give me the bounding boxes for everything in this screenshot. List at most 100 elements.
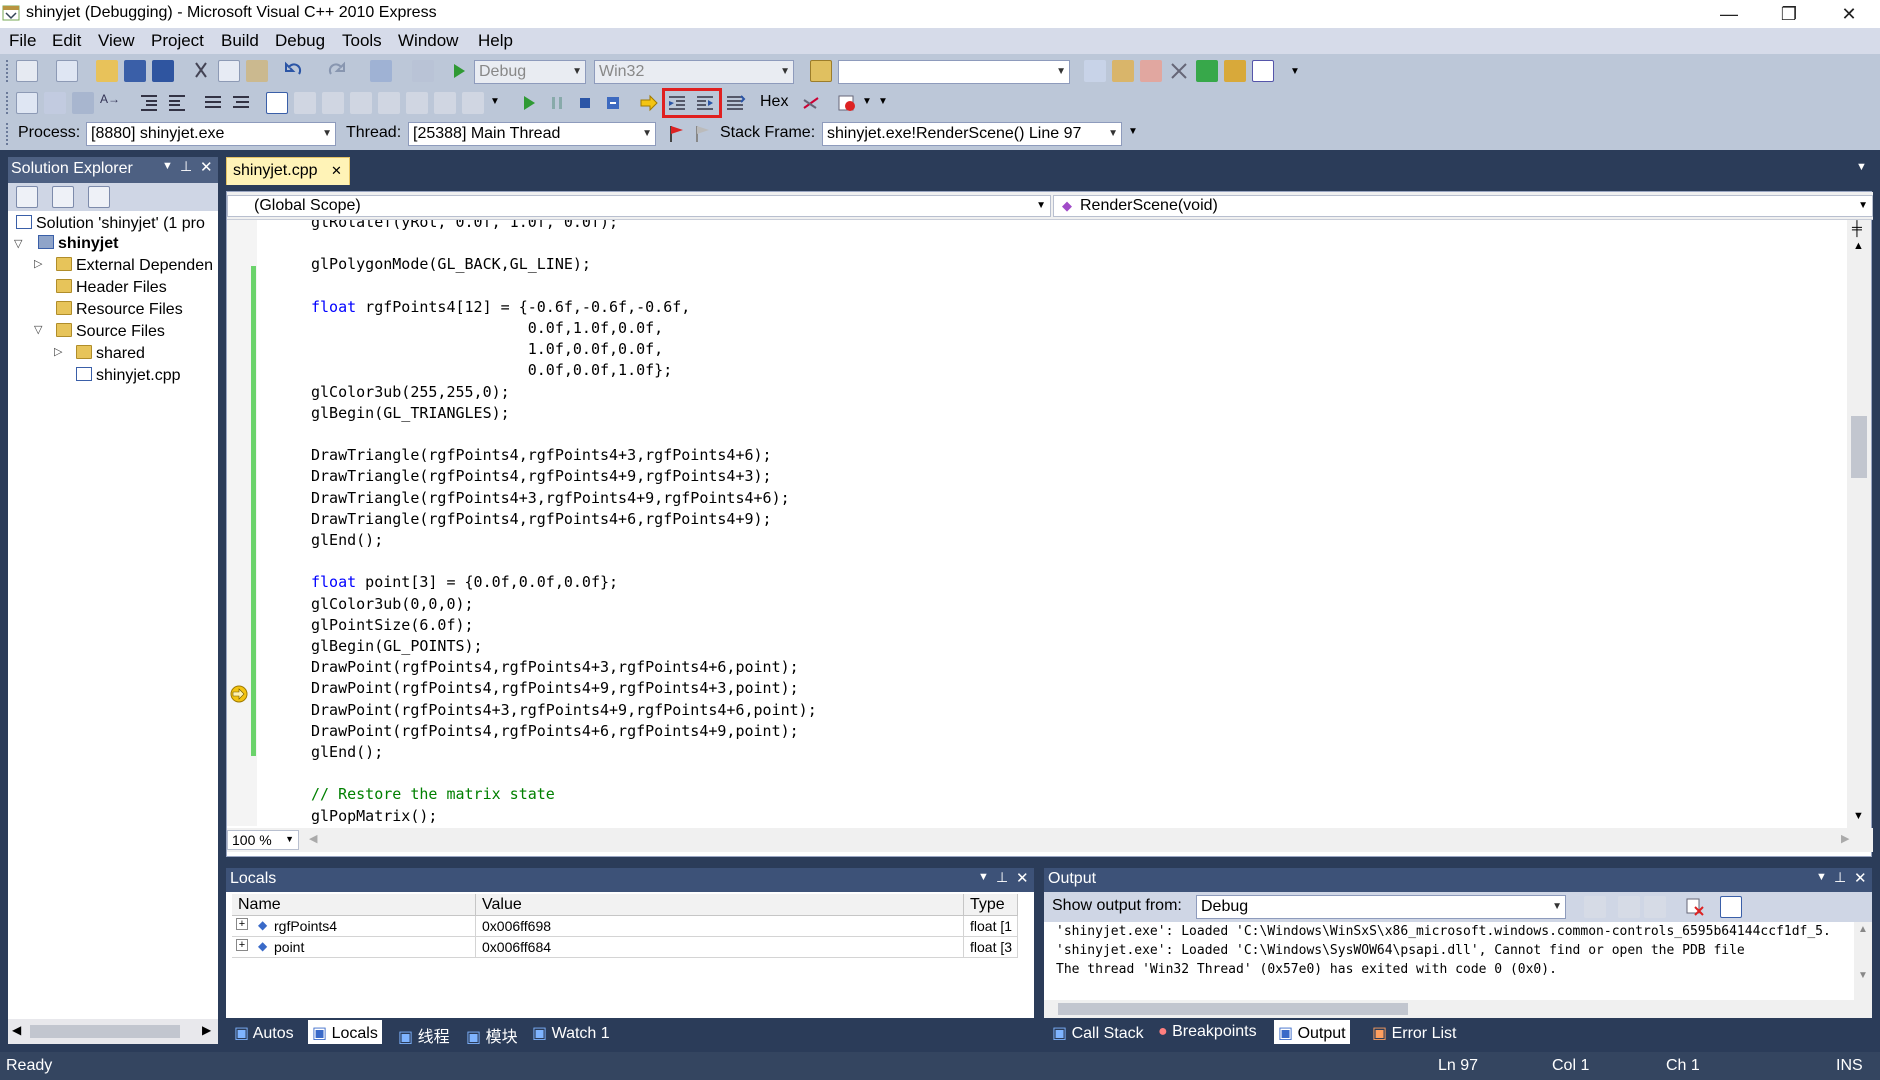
menu-tools[interactable]: Tools (342, 31, 382, 51)
uncomment-lines-icon[interactable] (230, 92, 252, 114)
tree-item-header-files[interactable]: Header Files (56, 279, 167, 297)
menu-window[interactable]: Window (398, 31, 458, 51)
scroll-down-icon[interactable]: ▼ (1853, 810, 1864, 822)
flag-all-icon[interactable] (692, 123, 714, 145)
pin-icon[interactable]: ⊥ (1834, 869, 1846, 886)
copy-icon[interactable] (218, 60, 240, 82)
scroll-right-icon[interactable]: ▶ (1841, 832, 1849, 845)
expand-icon[interactable]: + (236, 939, 248, 951)
scroll-thumb[interactable] (30, 1025, 180, 1038)
clear-all-icon[interactable] (1684, 896, 1706, 918)
next-message-icon[interactable] (1644, 896, 1666, 918)
scroll-left-icon[interactable]: ◀ (12, 1023, 21, 1037)
scroll-thumb[interactable] (1058, 1003, 1408, 1015)
undo-icon[interactable] (282, 60, 304, 82)
navigate-forward-icon[interactable] (412, 60, 434, 82)
expand-icon[interactable]: ▷ (34, 257, 42, 270)
show-all-files-icon[interactable] (52, 186, 74, 208)
step-out-icon[interactable] (724, 92, 746, 114)
process-select[interactable]: [8880] shinyjet.exe ▼ (86, 122, 336, 146)
code-line[interactable]: glColor3ub(0,0,0); (311, 594, 474, 615)
open-file-icon[interactable] (96, 60, 118, 82)
increase-indent-icon[interactable] (166, 92, 188, 114)
code-line[interactable]: float point[3] = {0.0f,0.0f,0.0f}; (311, 572, 618, 593)
previous-message-icon[interactable] (1618, 896, 1640, 918)
menu-project[interactable]: Project (151, 31, 204, 51)
redo-icon[interactable] (326, 60, 348, 82)
tree-item-shinyjet-cpp[interactable]: shinyjet.cpp (76, 367, 181, 385)
tree-item-external-deps[interactable]: External Dependen (56, 257, 213, 275)
toolbar-options-icon[interactable]: ▼ (862, 96, 874, 114)
code-line[interactable]: float rgfPoints4[12] = {-0.6f,-0.6f,-0.6… (311, 297, 690, 318)
expand-icon[interactable]: + (236, 918, 248, 930)
menu-build[interactable]: Build (221, 31, 259, 51)
solution-explorer-icon[interactable] (1084, 60, 1106, 82)
window-layout-icon[interactable] (1252, 60, 1274, 82)
scroll-thumb[interactable] (1851, 416, 1867, 478)
paste-icon[interactable] (246, 60, 268, 82)
show-next-statement-icon[interactable] (638, 92, 660, 114)
parameter-info-icon[interactable] (44, 92, 66, 114)
close-panel-icon[interactable]: ✕ (1854, 869, 1867, 887)
toolbar-grip[interactable] (6, 60, 10, 82)
platform-select[interactable]: Win32 ▼ (594, 60, 794, 84)
code-line[interactable]: DrawPoint(rgfPoints4,rgfPoints4+6,rgfPoi… (311, 721, 799, 742)
horizontal-scrollbar[interactable]: ◀ ▶ (8, 1019, 218, 1044)
tree-item-resource-files[interactable]: Resource Files (56, 301, 183, 319)
menu-view[interactable]: View (98, 31, 135, 51)
scroll-down-icon[interactable]: ▼ (1858, 970, 1868, 981)
code-line[interactable]: DrawPoint(rgfPoints4,rgfPoints4+9,rgfPoi… (311, 678, 799, 699)
new-project-icon[interactable] (16, 60, 38, 82)
code-line[interactable]: // Restore the matrix state (311, 784, 555, 805)
tab-breakpoints[interactable]: ● Breakpoints (1154, 1020, 1261, 1044)
tab-output[interactable]: ▣ Output (1274, 1020, 1350, 1044)
code-line[interactable]: glColor3ub(255,255,0); (311, 382, 510, 403)
toolbar-options-icon[interactable]: ▼ (1128, 126, 1140, 144)
vertical-scrollbar[interactable]: ╪ ▲ ▼ (1847, 220, 1871, 830)
prev-bookmark-folder-icon[interactable] (350, 92, 372, 114)
menu-help[interactable]: Help (478, 31, 513, 51)
minimize-button[interactable]: — (1700, 0, 1758, 28)
toolbar-grip[interactable] (6, 92, 10, 114)
stop-debugging-icon[interactable] (574, 92, 596, 114)
properties-icon[interactable] (1112, 60, 1134, 82)
find-combo[interactable]: ▼ (838, 60, 1070, 84)
output-vscroll[interactable]: ▲ ▼ (1854, 922, 1872, 1018)
restart-icon[interactable] (602, 92, 624, 114)
pin-icon[interactable]: ⊥ (180, 158, 192, 175)
member-select[interactable]: ◆ RenderScene(void) ▼ (1053, 195, 1873, 217)
code-line[interactable]: DrawPoint(rgfPoints4,rgfPoints4+3,rgfPoi… (311, 657, 799, 678)
window-position-icon[interactable]: ▼ (1816, 871, 1827, 883)
code-area[interactable]: glRotatef(yRot, 0.0f, 1.0f, 0.0f); glPoly… (227, 220, 1847, 826)
collapse-icon[interactable]: ▽ (14, 237, 22, 250)
window-position-icon[interactable]: ▼ (978, 871, 989, 883)
show-threads-icon[interactable] (800, 92, 822, 114)
toolbar-options-icon[interactable]: ▼ (490, 96, 502, 114)
tab-locals[interactable]: ▣ Locals (308, 1020, 382, 1044)
collapse-icon[interactable]: ▽ (34, 323, 42, 336)
close-panel-icon[interactable]: ✕ (200, 158, 213, 176)
code-line[interactable]: glPointSize(6.0f); (311, 615, 474, 636)
members-list-icon[interactable] (16, 92, 38, 114)
window-position-icon[interactable]: ▼ (162, 160, 173, 172)
break-all-icon[interactable] (546, 92, 568, 114)
close-button[interactable]: ✕ (1820, 0, 1878, 28)
code-line[interactable]: glEnd(); (311, 530, 383, 551)
next-bookmark-folder-icon[interactable] (378, 92, 400, 114)
column-header-type[interactable]: Type (964, 894, 1018, 916)
local-value[interactable]: 0x006ff684 (476, 937, 964, 958)
table-row[interactable]: + ◆ point (232, 937, 476, 958)
refresh-icon[interactable] (88, 186, 110, 208)
continue-icon[interactable] (518, 92, 540, 114)
add-item-icon[interactable] (56, 60, 78, 82)
save-icon[interactable] (124, 60, 146, 82)
scroll-left-icon[interactable]: ◀ (309, 832, 317, 845)
tab-watch1[interactable]: ▣ Watch 1 (528, 1020, 614, 1044)
code-line[interactable]: glPopMatrix(); (311, 806, 437, 826)
decrease-indent-icon[interactable] (138, 92, 160, 114)
toolbox-icon[interactable] (1140, 60, 1162, 82)
code-line[interactable]: DrawTriangle(rgfPoints4,rgfPoints4+6,rgf… (311, 509, 772, 530)
tab-call-stack[interactable]: ▣ Call Stack (1048, 1020, 1148, 1044)
tree-item-source-files[interactable]: Source Files (56, 323, 165, 341)
active-files-dropdown-icon[interactable]: ▼ (1856, 161, 1867, 173)
